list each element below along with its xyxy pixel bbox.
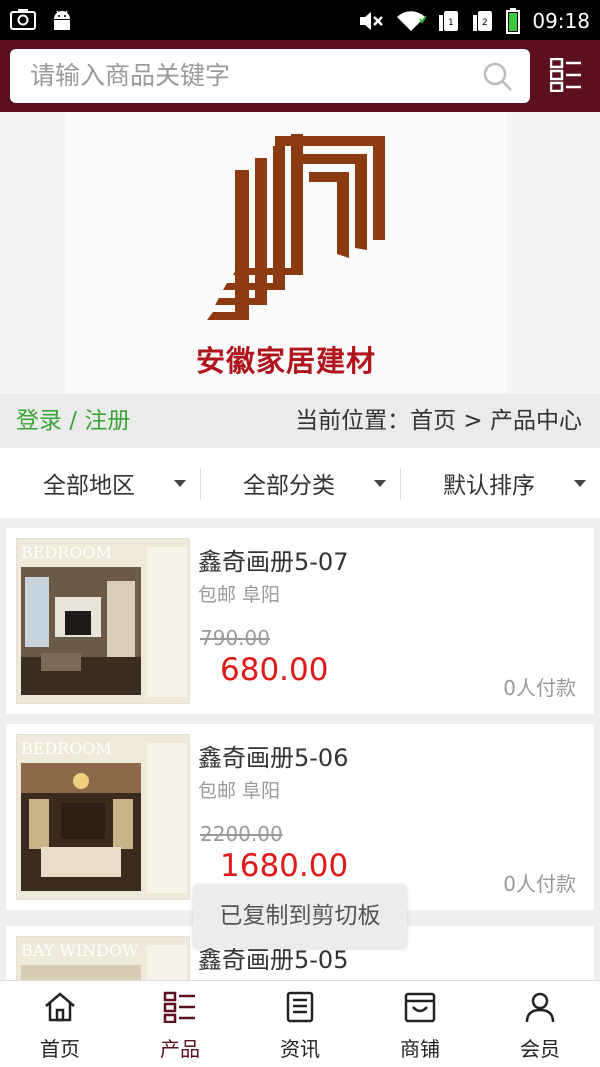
- sim2-icon: 2: [472, 9, 494, 33]
- product-tags: 包邮 阜阳: [198, 780, 281, 802]
- thumbnail-caption: BEDROOM: [21, 543, 112, 562]
- filter-category[interactable]: 全部分类: [200, 448, 400, 518]
- category-menu-icon[interactable]: [549, 57, 582, 96]
- android-icon: [50, 8, 74, 32]
- filter-region-label: 全部地区: [43, 473, 135, 499]
- location-bar: 登录 / 注册 当前位置：首页 > 产品中心: [0, 394, 600, 448]
- product-thumbnail[interactable]: BEDROOM: [16, 734, 190, 900]
- nav-shop-label: 商铺: [400, 1037, 440, 1061]
- caret-down-icon: [374, 480, 386, 487]
- product-price: 1680.00: [220, 848, 349, 884]
- product-name[interactable]: 鑫奇画册5-07: [198, 542, 348, 577]
- home-icon: [43, 991, 77, 1027]
- filter-sort[interactable]: 默认排序: [400, 448, 600, 518]
- filter-category-label: 全部分类: [243, 473, 335, 499]
- search-placeholder: 请输入商品关键字: [30, 61, 231, 90]
- brand-logo-icon: [205, 130, 385, 324]
- mute-icon: [358, 9, 384, 33]
- breadcrumb: 当前位置：首页 > 产品中心: [295, 408, 582, 434]
- paid-count: 0人付款: [503, 872, 576, 896]
- room-photo-image: [21, 567, 141, 695]
- nav-news-label: 资讯: [280, 1037, 320, 1061]
- nav-products[interactable]: 产品: [120, 981, 240, 1067]
- nav-home[interactable]: 首页: [0, 981, 120, 1067]
- paid-count: 0人付款: [503, 676, 576, 700]
- bottom-nav: 首页 产品 资讯 商铺 会员: [0, 980, 600, 1067]
- svg-text:2: 2: [482, 18, 488, 28]
- product-card[interactable]: BEDROOM 鑫奇画册5-06 包邮 阜阳 2200.00 1680.00 0…: [6, 724, 594, 910]
- search-input[interactable]: 请输入商品关键字: [10, 49, 530, 103]
- nav-news[interactable]: 资讯: [240, 981, 360, 1067]
- original-price: 790.00: [200, 626, 270, 650]
- svg-text:1: 1: [448, 18, 454, 28]
- room-photo-image: [21, 965, 141, 980]
- filter-bar: 全部地区 全部分类 默认排序: [0, 448, 600, 518]
- wifi-icon: [396, 9, 427, 33]
- filter-sort-label: 默认排序: [443, 473, 535, 499]
- nav-member[interactable]: 会员: [480, 981, 600, 1067]
- thumbnail-caption: BAY WINDOW: [21, 941, 139, 960]
- product-tags: 包邮 阜阳: [198, 584, 281, 606]
- banner[interactable]: 安徽家居建材: [0, 112, 600, 394]
- shop-icon: [403, 991, 437, 1027]
- product-list-icon: [163, 991, 197, 1027]
- header: 请输入商品关键字: [0, 40, 600, 112]
- nav-shop[interactable]: 商铺: [360, 981, 480, 1067]
- clock: 09:18: [532, 9, 590, 33]
- product-price: 680.00: [220, 652, 329, 688]
- search-icon[interactable]: [482, 61, 514, 97]
- thumbnail-caption: BEDROOM: [21, 739, 112, 758]
- product-thumbnail[interactable]: BEDROOM: [16, 538, 190, 704]
- caret-down-icon: [574, 480, 586, 487]
- member-icon: [523, 991, 557, 1027]
- news-icon: [283, 991, 317, 1027]
- toast-message: 已复制到剪切板: [193, 884, 407, 948]
- product-card[interactable]: BEDROOM 鑫奇画册5-07 包邮 阜阳 790.00 680.00 0人付…: [6, 528, 594, 714]
- room-photo-image: [21, 763, 141, 891]
- caret-down-icon: [174, 480, 186, 487]
- product-name[interactable]: 鑫奇画册5-06: [198, 738, 348, 773]
- brand-name: 安徽家居建材: [195, 344, 376, 378]
- status-bar: 1 2 09:18: [0, 0, 600, 40]
- nav-member-label: 会员: [520, 1037, 560, 1061]
- battery-icon: [506, 8, 521, 34]
- nav-products-label: 产品: [160, 1037, 200, 1061]
- product-thumbnail[interactable]: BAY WINDOW: [16, 936, 190, 980]
- screenshot-icon: [10, 8, 36, 32]
- filter-region[interactable]: 全部地区: [0, 448, 200, 518]
- sim1-icon: 1: [438, 9, 460, 33]
- original-price: 2200.00: [200, 822, 283, 846]
- nav-home-label: 首页: [40, 1037, 80, 1061]
- login-register-link[interactable]: 登录 / 注册: [16, 394, 130, 448]
